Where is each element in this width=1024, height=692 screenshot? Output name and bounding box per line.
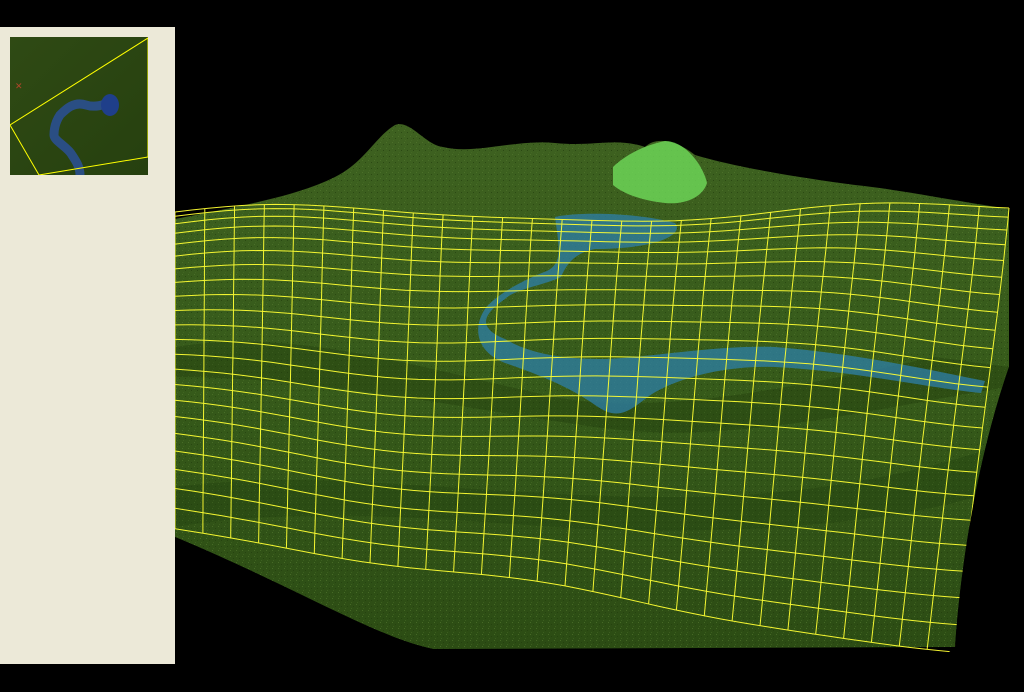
terrain-mesh-view[interactable] [175, 27, 1024, 664]
player-marker-icon: ✕ [15, 82, 23, 92]
minimap[interactable]: ✕ [10, 37, 148, 175]
3d-viewport[interactable] [175, 27, 1024, 664]
minimap-lake [101, 94, 119, 116]
terrain-editor-app: ✕ [0, 0, 1024, 692]
minimap-canvas[interactable]: ✕ [10, 37, 148, 175]
